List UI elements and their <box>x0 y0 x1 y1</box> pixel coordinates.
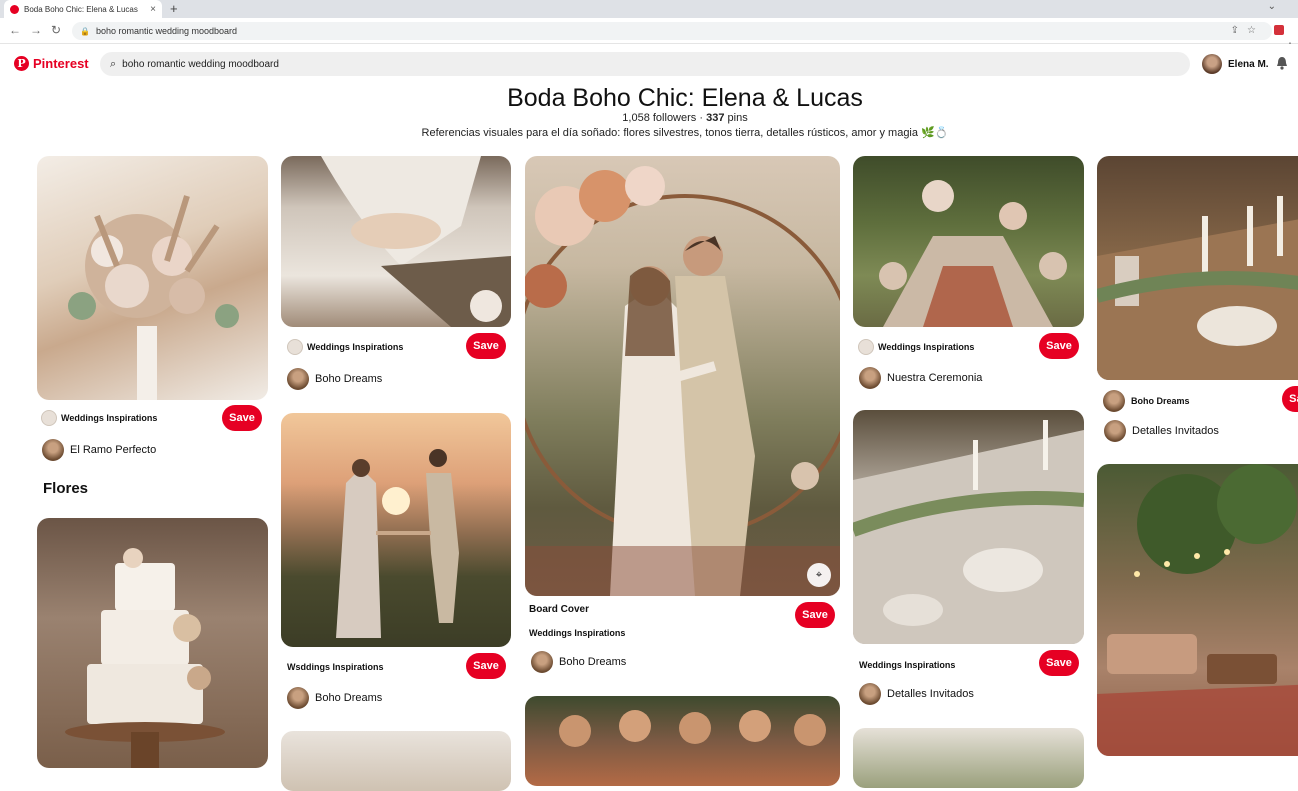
source-avatar <box>287 339 303 355</box>
save-button[interactable]: Save <box>222 405 262 431</box>
source-avatar <box>41 410 57 426</box>
pin-source-label: Boho Dreams <box>1131 396 1190 406</box>
owner-avatar <box>287 687 309 709</box>
owner-avatar <box>531 651 553 673</box>
user-name: Elena M. <box>1228 58 1269 70</box>
board-title: Boda Boho Chic: Elena & Lucas <box>507 84 863 112</box>
save-button[interactable]: Save <box>795 602 835 628</box>
pin-source[interactable]: Weddings Inspirations <box>287 339 403 355</box>
owner-avatar <box>1104 420 1126 442</box>
couple-arch-pin-image[interactable] <box>525 156 840 596</box>
bride-hands-pin-image[interactable] <box>281 156 511 327</box>
pin-source[interactable]: Weddings Inspirations <box>859 660 955 670</box>
notifications-bell-icon[interactable] <box>1276 56 1288 70</box>
pin-source[interactable]: Wsddings Inspirations <box>287 662 384 672</box>
outdoor-lounge-pin-image[interactable] <box>1097 464 1298 756</box>
reload-button[interactable]: ↻ <box>51 23 61 37</box>
pin-owner[interactable]: Detalles Invitados <box>859 683 974 705</box>
owner-avatar <box>287 368 309 390</box>
pin-owner[interactable]: Nuestra Ceremonia <box>859 367 982 389</box>
pin-owner-label: Boho Dreams <box>315 692 383 704</box>
board-stats: 1,058 followers · 337 pins <box>0 112 1298 124</box>
pin-source[interactable]: Weddings Inspirations <box>858 339 974 355</box>
pampas-pin-image[interactable] <box>281 731 511 791</box>
owner-avatar <box>859 367 881 389</box>
browser-tab-strip: Boda Boho Chic: Elena & Lucas × + ⌄ <box>0 0 1298 18</box>
owner-avatar <box>42 439 64 461</box>
back-button[interactable]: ← <box>9 23 21 37</box>
followers-count[interactable]: 1,058 followers <box>622 112 696 124</box>
pin-owner-label: Detalles Invitados <box>1132 425 1219 437</box>
pin-owner-label: Detalles Invitados <box>887 688 974 700</box>
garden-pin-image[interactable] <box>853 728 1084 788</box>
section-title[interactable]: Flores <box>43 480 88 497</box>
pin-source[interactable]: Weddings Inspirations <box>41 410 157 426</box>
bouquet-pin-image[interactable] <box>37 156 268 400</box>
pin-source-label: Weddings Inspirations <box>859 660 956 670</box>
pin-owner[interactable]: Detalles Invitados <box>1104 420 1219 442</box>
pin-source-label: Weddings Inspirations <box>61 413 158 423</box>
pinterest-favicon-icon <box>10 4 19 14</box>
save-button[interactable]: Save <box>466 333 506 359</box>
search-value: boho romantic wedding moodboard <box>122 58 279 70</box>
tab-search-chevron-icon[interactable]: ⌄ <box>1268 1 1276 12</box>
browser-tab[interactable]: Boda Boho Chic: Elena & Lucas × <box>4 0 162 18</box>
save-button[interactable]: Save <box>1039 650 1079 676</box>
logo-text: Pinterest <box>33 56 89 71</box>
address-bar[interactable]: 🔒 boho romantic wedding moodboard ⇪☆ <box>72 22 1272 40</box>
save-button[interactable]: Save <box>1039 333 1079 359</box>
pins-label: pins <box>727 112 748 124</box>
lock-icon: 🔒 <box>80 26 90 36</box>
visual-search-icon[interactable]: ⌖ <box>807 563 831 587</box>
search-icon: ⌕ <box>110 57 117 70</box>
table-setting-pin-image[interactable] <box>853 410 1084 644</box>
stats-separator: · <box>699 112 704 124</box>
board-description: Referencias visuales para el día soñado:… <box>421 127 949 139</box>
new-tab-button[interactable]: + <box>170 1 178 16</box>
close-tab-icon[interactable]: × <box>150 4 156 15</box>
board-cover-label: Board Cover <box>529 604 590 615</box>
ceremony-aisle-pin-image[interactable] <box>853 156 1084 327</box>
pin-source-label: Weddings Inspirations <box>529 628 626 638</box>
avatar <box>1202 54 1222 74</box>
pin-owner-label: Nuestra Ceremonia <box>887 372 983 384</box>
pins-count: 337 <box>706 112 725 124</box>
pinterest-header: P Pinterest ⌕ boho romantic wedding mood… <box>0 44 1298 84</box>
source-avatar <box>858 339 874 355</box>
pin-source[interactable]: Boho Dreams <box>1103 390 1190 412</box>
pin-owner[interactable]: Boho Dreams <box>287 368 382 390</box>
pinterest-p-icon: P <box>14 56 29 71</box>
save-button[interactable]: Save <box>466 653 506 679</box>
pin-owner-label: Boho Dreams <box>559 656 627 668</box>
pin-owner-label: El Ramo Perfecto <box>70 444 157 456</box>
source-avatar <box>1103 390 1125 412</box>
bridesmaids-pin-image[interactable] <box>525 696 840 786</box>
pin-owner[interactable]: Boho Dreams <box>287 687 382 709</box>
owner-avatar <box>859 683 881 705</box>
forward-button[interactable]: → <box>30 23 42 37</box>
tab-title: Boda Boho Chic: Elena & Lucas <box>24 4 138 14</box>
pin-owner[interactable]: El Ramo Perfecto <box>42 439 156 461</box>
search-input[interactable]: ⌕ boho romantic wedding moodboard <box>100 52 1190 76</box>
wedding-cake-pin-image[interactable] <box>37 518 268 768</box>
save-button[interactable]: Save <box>1282 386 1298 412</box>
pin-source-label: Weddings Inspirations <box>307 342 404 352</box>
rustic-table-pin-image[interactable] <box>1097 156 1298 380</box>
pin-owner[interactable]: Boho Dreams <box>531 651 626 673</box>
pin-source-label: Weddings Inspirations <box>878 342 975 352</box>
extension-icon[interactable] <box>1274 25 1284 35</box>
address-bar-action-icons[interactable]: ⇪☆ <box>1231 25 1264 36</box>
url-text: boho romantic wedding moodboard <box>95 26 238 36</box>
couple-sunset-pin-image[interactable] <box>281 413 511 647</box>
browser-toolbar: ← → ↻ 🔒 boho romantic wedding moodboard … <box>0 18 1298 54</box>
pin-owner-label: Boho Dreams <box>315 373 383 385</box>
user-menu[interactable]: Elena M. <box>1202 54 1269 74</box>
pinterest-logo[interactable]: P Pinterest <box>14 56 89 71</box>
pin-source-label: Wsddings Inspirations <box>287 662 384 672</box>
pin-source[interactable]: Weddings Inspirations <box>529 628 625 638</box>
